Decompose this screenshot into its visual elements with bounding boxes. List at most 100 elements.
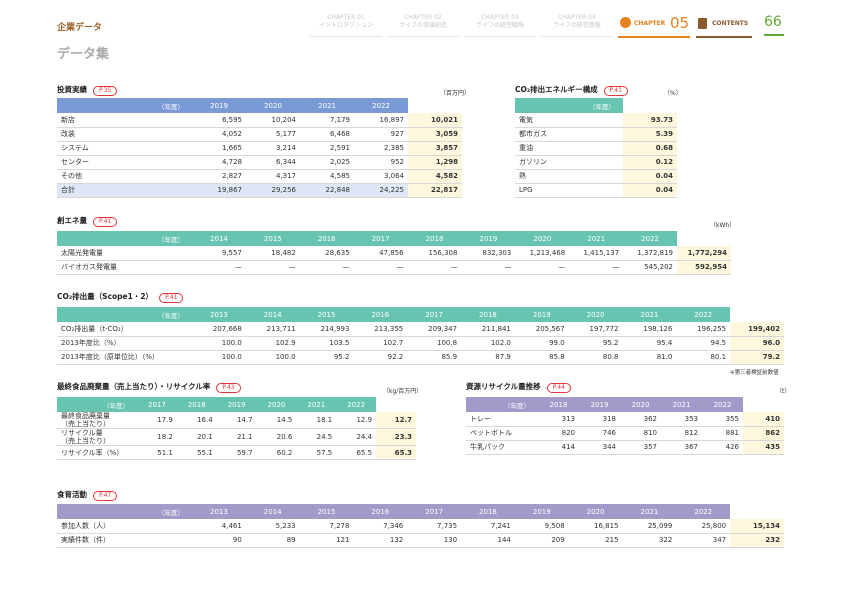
value-cell: 7,735 [407,519,462,534]
value-cell: 0.12 [623,155,677,170]
value-cell: 0.68 [623,141,677,156]
row-label-cell: リサイクル量 （売上当たり） [57,428,137,446]
year-label-cell: （年度） [57,98,192,113]
page-ref-link[interactable]: P.35 [93,86,118,96]
value-cell: 85.8 [514,350,569,365]
value-cell: 65.3 [376,445,416,460]
table-row: 重油 0.68 [515,141,677,156]
page-ref-link[interactable]: P.41 [603,86,628,96]
row-label-cell: 電気 [515,113,623,128]
nav-chapter-02[interactable]: CHAPTER 02 ライフの価値創造 [387,14,459,37]
year-header-cell: 2023 [747,310,767,319]
row-label-cell: ペットボトル [466,426,538,441]
header-row: （年度） 2013 2014 2015 2016 2017 2018 2019 2020 2021… [57,504,784,519]
nav-chapter-01[interactable]: CHAPTER 01 イントロダクション [310,14,382,37]
energy-title: 創エネ量 P.41 [57,215,118,227]
table-row: CO₂排出量（t-CO₂） 207,668 213,711 214,993 213,35… [57,322,784,337]
chapter-sub: ライフの価値創造 [398,22,447,29]
value-cell: 94.5 [676,336,731,351]
year-header-cell: 2020 [515,231,570,246]
row-label-cell: システム [57,141,192,156]
page-number: 66 [764,14,784,36]
value-cell: 25,099 [622,519,677,534]
value-cell: 9,557 [192,246,246,261]
value-cell: 196,255 [676,322,731,337]
value-cell: 545,202 [623,260,678,275]
row-label-cell: 2013年度比（%） [57,336,192,351]
value-cell: 90 [192,533,246,548]
value-cell: 24.5 [296,428,337,446]
table-row: 実績件数（件） 90 89 121 132 130 144 209 215 322 347 232 [57,533,784,548]
page-ref-link[interactable]: P.44 [546,383,571,393]
value-cell: 60.2 [256,445,297,460]
value-cell: 6,595 [192,113,246,128]
chapter-sub: イントロダクション [318,22,373,29]
chapter-sub: ライフの経営戦略 [475,22,524,29]
category-label: 企業データ [57,23,103,33]
value-cell: 79.2 [730,350,784,365]
value-cell: 4,585 [300,169,354,184]
section-title-text: CO₂排出エネルギー構成 [515,85,598,94]
year-header-cell: 2022 [336,397,377,412]
value-cell: 7,179 [300,113,354,128]
value-cell: 362 [620,412,661,427]
header-row: （年度） 2018 2019 2020 2021 2022 2023 [466,397,784,412]
table-row: 都市ガス 5.39 [515,127,677,142]
header-row: （年度） 2019 2020 2021 2022 2023 [57,98,462,113]
value-cell: 22,817 [408,183,462,198]
value-cell: 103.5 [299,336,354,351]
value-cell: 4,052 [192,127,246,142]
year-header-cell: 2021 [300,98,354,113]
nav-contents[interactable]: CONTENTS [696,14,752,38]
page-ref-link[interactable]: P.43 [216,383,241,393]
co2-note: ※第三者検証前数値 [730,370,779,376]
year-header-cell: 2021 [622,307,677,322]
value-cell: 65.5 [336,445,377,460]
page-ref-link[interactable]: P.41 [93,217,118,227]
page-ref-link[interactable]: P.47 [93,491,118,501]
value-cell: 20.6 [256,428,297,446]
value-cell: 102.0 [461,336,515,351]
year-header-cell: 2023 [753,400,774,409]
nav-chapter-05[interactable]: CHAPTER 05 [618,14,690,38]
nav-chapter-03[interactable]: CHAPTER 03 ライフの経営戦略 [464,14,536,37]
chapter-label: CHAPTER 02 [404,14,442,21]
value-cell: 22,848 [300,183,354,198]
value-cell: 952 [354,155,408,170]
value-cell: 95.2 [299,350,354,365]
year-header-cell: 2021 [296,397,337,412]
value-cell: 102.7 [353,336,408,351]
chapter-number: 05 [670,14,690,32]
value-cell: 1,415,137 [569,246,624,261]
value-cell: 435 [743,440,784,455]
value-cell: — [569,260,624,275]
year-header-cell: 2016 [353,504,408,519]
value-cell: 92.2 [353,350,408,365]
value-cell: 592,954 [677,260,731,275]
year-header-cell: 2014 [245,307,300,322]
value-cell: 820 [538,426,579,441]
nav-chapter-04[interactable]: CHAPTER 04 ライフの経営基盤 [541,14,613,37]
year-header-cell: 2018 [538,397,579,412]
value-cell: 24,225 [354,183,408,198]
row-label-cell: 太陽光発電量 [57,246,192,261]
value-cell: 144 [461,533,515,548]
row-label-cell: 重油 [515,141,623,156]
value-cell: 5.39 [623,127,677,142]
row-label-cell: その他 [57,169,192,184]
table-row: その他 2,827 4,317 4,585 3,064 4,582 [57,169,462,184]
value-cell: 14.7 [216,412,257,429]
year-header-cell: 2021 [661,397,702,412]
value-cell: 10,204 [246,113,300,128]
flower-icon [620,17,631,28]
value-cell: 18.2 [137,428,177,446]
value-cell: 426 [702,440,743,455]
year-header-cell: 2018 [461,504,515,519]
co2-table: （年度） 2013 2014 2015 2016 2017 2018 2019 2020 2021… [57,307,784,365]
year-header-cell: 2018 [407,231,462,246]
value-cell: 881 [702,426,743,441]
row-label-cell: 新店 [57,113,192,128]
page-ref-link[interactable]: P.41 [159,293,184,303]
table-row: ペットボトル 820 746 810 812 881 862 [466,426,784,441]
book-icon [698,18,707,29]
